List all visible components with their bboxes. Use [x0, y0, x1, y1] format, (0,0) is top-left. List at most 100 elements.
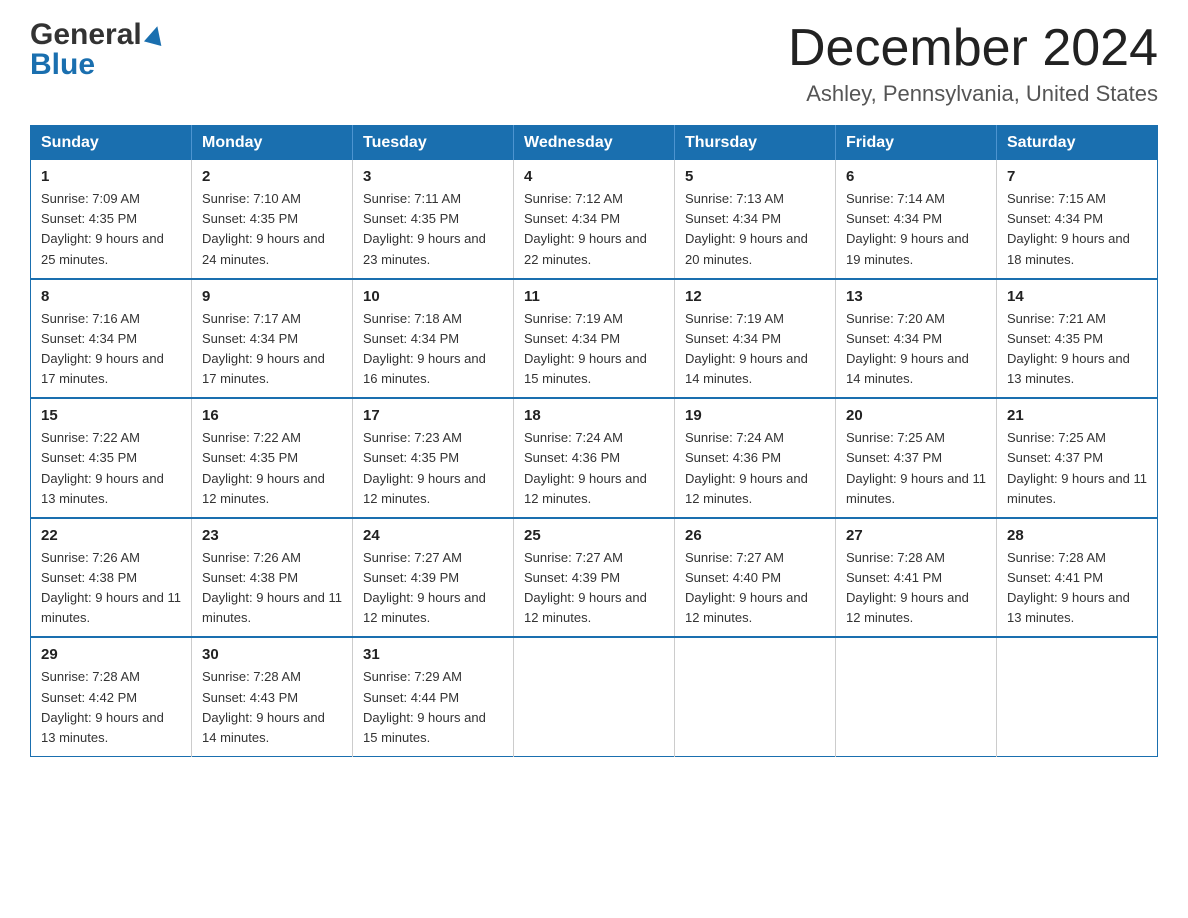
day-info: Sunrise: 7:25 AMSunset: 4:37 PMDaylight:…: [1007, 428, 1147, 509]
day-number: 22: [41, 527, 181, 544]
day-of-week-header: Sunday: [31, 126, 192, 161]
calendar-day-cell: 9 Sunrise: 7:17 AMSunset: 4:34 PMDaylight…: [192, 279, 353, 399]
day-number: 17: [363, 407, 503, 424]
day-info: Sunrise: 7:27 AMSunset: 4:39 PMDaylight:…: [363, 548, 503, 629]
calendar-day-cell: 20 Sunrise: 7:25 AMSunset: 4:37 PMDayligh…: [836, 398, 997, 518]
day-of-week-header: Tuesday: [353, 126, 514, 161]
calendar-day-cell: [675, 637, 836, 756]
day-info: Sunrise: 7:14 AMSunset: 4:34 PMDaylight:…: [846, 189, 986, 270]
logo-blue-text: Blue: [30, 50, 95, 80]
calendar-day-cell: [514, 637, 675, 756]
title-block: December 2024 Ashley, Pennsylvania, Unit…: [788, 20, 1158, 107]
day-info: Sunrise: 7:19 AMSunset: 4:34 PMDaylight:…: [524, 309, 664, 390]
calendar-week-row: 29 Sunrise: 7:28 AMSunset: 4:42 PMDayligh…: [31, 637, 1158, 756]
calendar-day-cell: 21 Sunrise: 7:25 AMSunset: 4:37 PMDayligh…: [997, 398, 1158, 518]
calendar-day-cell: [836, 637, 997, 756]
calendar-day-cell: 8 Sunrise: 7:16 AMSunset: 4:34 PMDaylight…: [31, 279, 192, 399]
calendar-day-cell: 26Sunrise: 7:27 AMSunset: 4:40 PMDayligh…: [675, 518, 836, 638]
day-info: Sunrise: 7:11 AMSunset: 4:35 PMDaylight:…: [363, 189, 503, 270]
day-number: 8: [41, 288, 181, 305]
day-info: Sunrise: 7:10 AMSunset: 4:35 PMDaylight:…: [202, 189, 342, 270]
calendar-week-row: 1Sunrise: 7:09 AMSunset: 4:35 PMDaylight…: [31, 160, 1158, 279]
calendar-day-cell: 31 Sunrise: 7:29 AMSunset: 4:44 PMDayligh…: [353, 637, 514, 756]
day-number: 9: [202, 288, 342, 305]
calendar-header: SundayMondayTuesdayWednesdayThursdayFrid…: [31, 126, 1158, 161]
day-info: Sunrise: 7:18 AMSunset: 4:34 PMDaylight:…: [363, 309, 503, 390]
calendar-week-row: 15 Sunrise: 7:22 AMSunset: 4:35 PMDayligh…: [31, 398, 1158, 518]
day-info: Sunrise: 7:23 AMSunset: 4:35 PMDaylight:…: [363, 428, 503, 509]
day-info: Sunrise: 7:21 AMSunset: 4:35 PMDaylight:…: [1007, 309, 1147, 390]
day-info: Sunrise: 7:28 AMSunset: 4:41 PMDaylight:…: [1007, 548, 1147, 629]
day-number: 12: [685, 288, 825, 305]
day-info: Sunrise: 7:28 AMSunset: 4:43 PMDaylight:…: [202, 667, 342, 748]
calendar-day-cell: 11Sunrise: 7:19 AMSunset: 4:34 PMDayligh…: [514, 279, 675, 399]
day-info: Sunrise: 7:29 AMSunset: 4:44 PMDaylight:…: [363, 667, 503, 748]
day-number: 10: [363, 288, 503, 305]
day-of-week-header: Thursday: [675, 126, 836, 161]
day-number: 26: [685, 527, 825, 544]
calendar-day-cell: 16Sunrise: 7:22 AMSunset: 4:35 PMDayligh…: [192, 398, 353, 518]
day-info: Sunrise: 7:24 AMSunset: 4:36 PMDaylight:…: [685, 428, 825, 509]
day-of-week-header: Friday: [836, 126, 997, 161]
calendar-day-cell: 22 Sunrise: 7:26 AMSunset: 4:38 PMDayligh…: [31, 518, 192, 638]
calendar-table: SundayMondayTuesdayWednesdayThursdayFrid…: [30, 125, 1158, 757]
logo-triangle-icon: [144, 24, 166, 46]
day-of-week-header: Monday: [192, 126, 353, 161]
day-number: 23: [202, 527, 342, 544]
calendar-day-cell: 7 Sunrise: 7:15 AMSunset: 4:34 PMDaylight…: [997, 160, 1158, 279]
day-number: 29: [41, 646, 181, 663]
calendar-day-cell: 5 Sunrise: 7:13 AMSunset: 4:34 PMDaylight…: [675, 160, 836, 279]
page-title: December 2024: [788, 20, 1158, 77]
calendar-day-cell: 17 Sunrise: 7:23 AMSunset: 4:35 PMDayligh…: [353, 398, 514, 518]
day-info: Sunrise: 7:15 AMSunset: 4:34 PMDaylight:…: [1007, 189, 1147, 270]
page-subtitle: Ashley, Pennsylvania, United States: [788, 81, 1158, 107]
calendar-day-cell: 13 Sunrise: 7:20 AMSunset: 4:34 PMDayligh…: [836, 279, 997, 399]
day-number: 7: [1007, 168, 1147, 185]
day-number: 13: [846, 288, 986, 305]
calendar-day-cell: 4 Sunrise: 7:12 AMSunset: 4:34 PMDaylight…: [514, 160, 675, 279]
calendar-day-cell: 27 Sunrise: 7:28 AMSunset: 4:41 PMDayligh…: [836, 518, 997, 638]
calendar-day-cell: 14 Sunrise: 7:21 AMSunset: 4:35 PMDayligh…: [997, 279, 1158, 399]
day-number: 21: [1007, 407, 1147, 424]
calendar-day-cell: 28 Sunrise: 7:28 AMSunset: 4:41 PMDayligh…: [997, 518, 1158, 638]
day-of-week-header: Wednesday: [514, 126, 675, 161]
day-info: Sunrise: 7:26 AMSunset: 4:38 PMDaylight:…: [41, 548, 181, 629]
day-info: Sunrise: 7:27 AMSunset: 4:39 PMDaylight:…: [524, 548, 664, 629]
day-info: Sunrise: 7:22 AMSunset: 4:35 PMDaylight:…: [202, 428, 342, 509]
day-number: 15: [41, 407, 181, 424]
day-info: Sunrise: 7:24 AMSunset: 4:36 PMDaylight:…: [524, 428, 664, 509]
day-number: 4: [524, 168, 664, 185]
day-number: 31: [363, 646, 503, 663]
day-number: 20: [846, 407, 986, 424]
day-number: 28: [1007, 527, 1147, 544]
day-number: 6: [846, 168, 986, 185]
day-info: Sunrise: 7:20 AMSunset: 4:34 PMDaylight:…: [846, 309, 986, 390]
day-info: Sunrise: 7:13 AMSunset: 4:34 PMDaylight:…: [685, 189, 825, 270]
day-number: 19: [685, 407, 825, 424]
day-info: Sunrise: 7:25 AMSunset: 4:37 PMDaylight:…: [846, 428, 986, 509]
day-number: 5: [685, 168, 825, 185]
calendar-day-cell: 12Sunrise: 7:19 AMSunset: 4:34 PMDayligh…: [675, 279, 836, 399]
days-of-week-row: SundayMondayTuesdayWednesdayThursdayFrid…: [31, 126, 1158, 161]
day-info: Sunrise: 7:28 AMSunset: 4:41 PMDaylight:…: [846, 548, 986, 629]
day-number: 18: [524, 407, 664, 424]
page-header: General Blue December 2024 Ashley, Penns…: [30, 20, 1158, 107]
day-info: Sunrise: 7:22 AMSunset: 4:35 PMDaylight:…: [41, 428, 181, 509]
day-info: Sunrise: 7:28 AMSunset: 4:42 PMDaylight:…: [41, 667, 181, 748]
day-info: Sunrise: 7:12 AMSunset: 4:34 PMDaylight:…: [524, 189, 664, 270]
calendar-week-row: 22 Sunrise: 7:26 AMSunset: 4:38 PMDayligh…: [31, 518, 1158, 638]
day-info: Sunrise: 7:26 AMSunset: 4:38 PMDaylight:…: [202, 548, 342, 629]
calendar-week-row: 8 Sunrise: 7:16 AMSunset: 4:34 PMDaylight…: [31, 279, 1158, 399]
day-number: 14: [1007, 288, 1147, 305]
day-number: 24: [363, 527, 503, 544]
calendar-day-cell: 3Sunrise: 7:11 AMSunset: 4:35 PMDaylight…: [353, 160, 514, 279]
calendar-day-cell: 25Sunrise: 7:27 AMSunset: 4:39 PMDayligh…: [514, 518, 675, 638]
logo: General Blue: [30, 20, 164, 80]
calendar-day-cell: 24 Sunrise: 7:27 AMSunset: 4:39 PMDayligh…: [353, 518, 514, 638]
calendar-day-cell: 29 Sunrise: 7:28 AMSunset: 4:42 PMDayligh…: [31, 637, 192, 756]
day-info: Sunrise: 7:16 AMSunset: 4:34 PMDaylight:…: [41, 309, 181, 390]
day-info: Sunrise: 7:17 AMSunset: 4:34 PMDaylight:…: [202, 309, 342, 390]
calendar-day-cell: 6 Sunrise: 7:14 AMSunset: 4:34 PMDaylight…: [836, 160, 997, 279]
calendar-day-cell: 18 Sunrise: 7:24 AMSunset: 4:36 PMDayligh…: [514, 398, 675, 518]
day-number: 27: [846, 527, 986, 544]
